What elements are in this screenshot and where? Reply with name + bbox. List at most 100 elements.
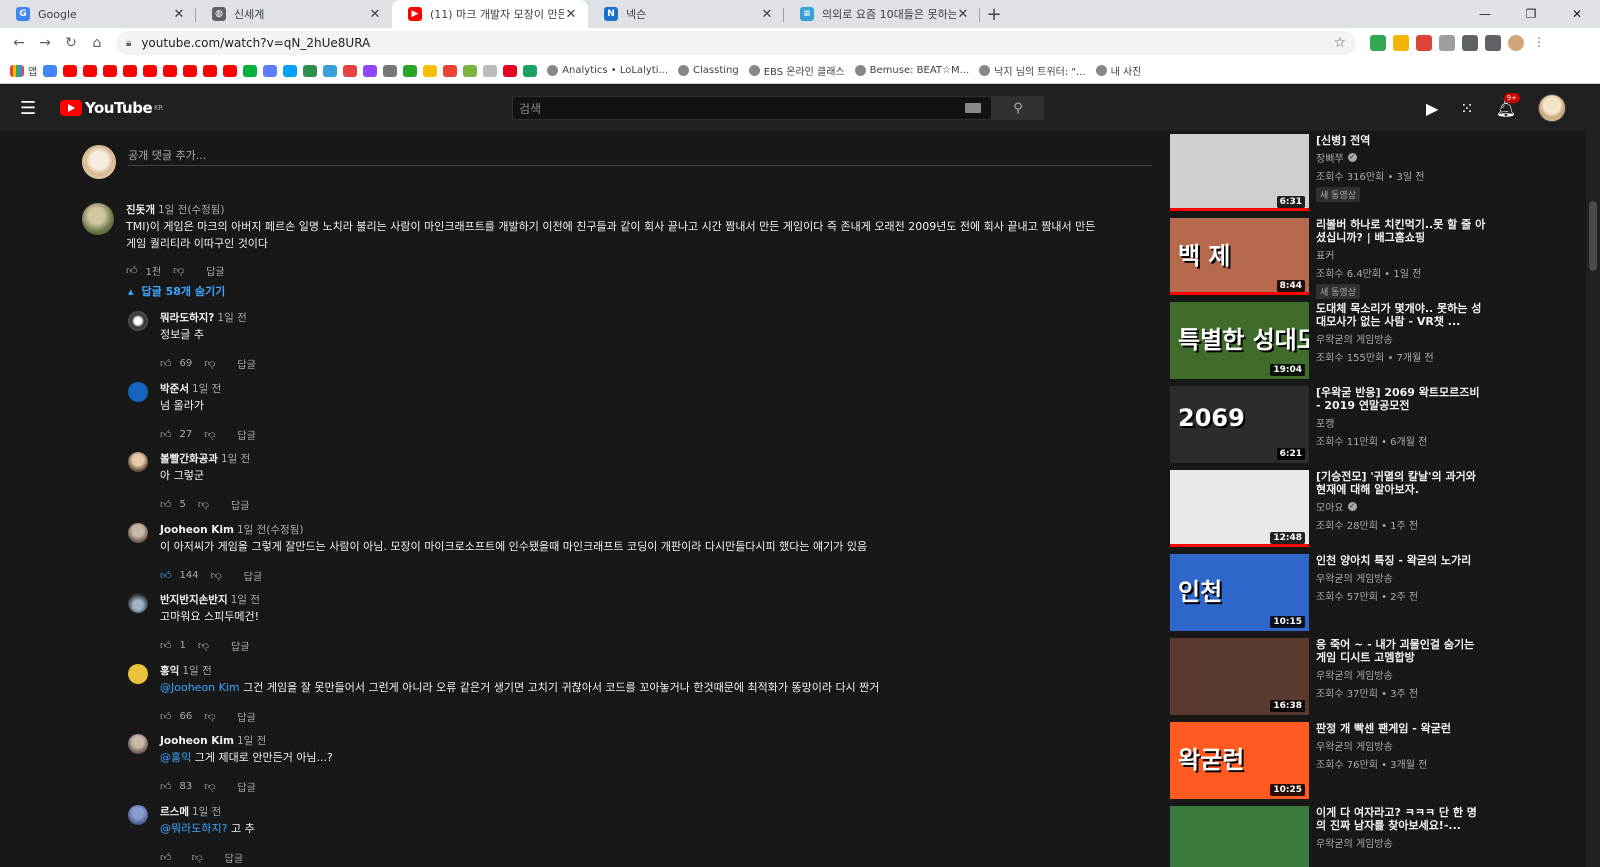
- video-title[interactable]: [우왁굳 반응] 2069 왁트모르즈비 - 2019 연말공모전: [1316, 386, 1486, 412]
- bookmark-icon[interactable]: [343, 64, 358, 77]
- comment-time[interactable]: 1일 전: [192, 383, 221, 395]
- comment-author[interactable]: 볼빨간화공과: [160, 453, 218, 465]
- video-thumbnail[interactable]: 인천 10:15: [1170, 554, 1309, 631]
- bookmark-icon[interactable]: [283, 64, 298, 77]
- scrollbar-thumb[interactable]: [1589, 201, 1597, 271]
- comment-mention[interactable]: @Jooheon Kim: [160, 681, 240, 694]
- video-title[interactable]: 이게 다 여자라고? ㅋㅋㅋ 단 한 명의 진짜 남자를 찾아보세요!-...: [1316, 806, 1486, 832]
- thumbs-up-icon[interactable]: 👍︎: [160, 710, 172, 723]
- recommended-video[interactable]: 특별한 성대모사 19:04 도대체 목소리가 몇개야.. 못하는 성대모사가 없는…: [1170, 302, 1590, 382]
- avatar[interactable]: [1538, 94, 1566, 122]
- reply-button[interactable]: 답글: [237, 427, 255, 442]
- bookmark-icon[interactable]: [423, 64, 438, 77]
- avatar[interactable]: [128, 452, 148, 472]
- recommended-video[interactable]: 12:48 [기승전모] '귀멸의 칼날'의 과거와 현재에 대해 알아보자. 모아…: [1170, 470, 1590, 550]
- bookmark-icon[interactable]: [403, 64, 418, 77]
- thumbs-down-icon[interactable]: 👎︎: [211, 569, 222, 582]
- avatar[interactable]: [128, 663, 148, 684]
- thumbs-up-icon[interactable]: 👍︎: [160, 498, 172, 511]
- avatar[interactable]: [128, 734, 148, 754]
- recommended-video[interactable]: 왁굳런 10:25 판정 개 빡센 팬게임 - 왁굳런 우왁굳의 게임방송 조회수 76…: [1170, 722, 1590, 802]
- apps-grid-icon[interactable]: ⁙: [1460, 99, 1473, 118]
- reply-button[interactable]: 답글: [231, 638, 249, 653]
- comment-author[interactable]: Jooheon Kim: [160, 524, 234, 536]
- browser-tab[interactable]: ◍ 신세계 ✕: [196, 0, 392, 28]
- extension-icon[interactable]: [1416, 35, 1432, 51]
- extension-icon[interactable]: [1439, 35, 1455, 51]
- comment-author[interactable]: Jooheon Kim: [160, 735, 234, 747]
- video-title[interactable]: [신병] 전역: [1316, 134, 1486, 147]
- page-scrollbar[interactable]: [1586, 131, 1600, 867]
- video-thumbnail[interactable]: 16:38: [1170, 638, 1309, 715]
- thumbs-up-icon[interactable]: 👍︎: [160, 357, 172, 370]
- bookmark-icon[interactable]: [483, 64, 498, 77]
- comment-time[interactable]: 1일 전: [182, 665, 211, 677]
- bookmark-star-icon[interactable]: ☆: [1333, 35, 1346, 51]
- video-thumbnail[interactable]: 특별한 성대모사 19:04: [1170, 302, 1309, 379]
- thumbs-up-icon[interactable]: 👍︎: [160, 851, 172, 864]
- reply-button[interactable]: 답글: [244, 568, 262, 583]
- video-thumbnail[interactable]: 6:31: [1170, 134, 1309, 211]
- reply-button[interactable]: 답글: [225, 850, 243, 865]
- bookmark-item[interactable]: 낙지 님의 트위터: "...: [979, 63, 1086, 78]
- reload-icon[interactable]: ↻: [58, 35, 84, 51]
- video-title[interactable]: 판정 개 빡센 팬게임 - 왁굳런: [1316, 722, 1486, 735]
- reply-button[interactable]: 답글: [237, 709, 255, 724]
- close-tab-icon[interactable]: ✕: [760, 7, 774, 22]
- puzzle-icon[interactable]: [1462, 35, 1478, 51]
- restore-icon[interactable]: ❐: [1508, 0, 1554, 28]
- kebab-menu-icon[interactable]: ⋮: [1531, 35, 1547, 51]
- recommended-video[interactable]: 인천 10:15 인천 양아치 특징 - 왁굳의 노가리 우왁굳의 게임방송 조회수 5…: [1170, 554, 1590, 634]
- bookmark-item[interactable]: Analytics • LoLalyti...: [547, 65, 668, 76]
- close-window-icon[interactable]: ✕: [1554, 0, 1600, 28]
- thumbs-down-icon[interactable]: 👎︎: [204, 428, 215, 441]
- video-thumbnail[interactable]: 2069 6:21: [1170, 386, 1309, 463]
- bookmark-icon[interactable]: [243, 64, 258, 77]
- comment-author[interactable]: 반지반지손반지: [160, 594, 228, 606]
- browser-tab[interactable]: ▶ (11) 마크 개발자 모장이 만든 m✕: [392, 0, 588, 28]
- close-tab-icon[interactable]: ✕: [956, 7, 970, 22]
- comment-author[interactable]: 르스메: [160, 806, 189, 818]
- thumbs-up-icon[interactable]: 👍︎: [126, 264, 138, 277]
- search-input[interactable]: 검색: [512, 96, 992, 120]
- browser-tab[interactable]: ≡ 의외로 요즘 10대들은 못하는거 ✕: [784, 0, 980, 28]
- close-tab-icon[interactable]: ✕: [172, 7, 186, 22]
- bookmark-icon[interactable]: [63, 64, 78, 77]
- create-video-icon[interactable]: ▶︎: [1426, 99, 1438, 118]
- video-thumbnail[interactable]: 왁굳런 10:25: [1170, 722, 1309, 799]
- browser-tab[interactable]: N 넥슨 ✕: [588, 0, 784, 28]
- thumbs-up-icon[interactable]: 👍︎: [160, 569, 172, 582]
- avatar[interactable]: [128, 522, 148, 543]
- minimize-icon[interactable]: —: [1462, 0, 1508, 28]
- avatar[interactable]: [128, 804, 148, 825]
- recommended-video[interactable]: 6:31 [신병] 전역 장삐쭈 ✓ 조회수 316만회 • 3일 전새 동영상: [1170, 134, 1590, 214]
- keyboard-icon[interactable]: [965, 103, 981, 113]
- bookmark-item[interactable]: Bemuse: BEAT☆M...: [854, 65, 969, 76]
- reply-button[interactable]: 답글: [231, 497, 249, 512]
- comment-time[interactable]: 1일 전: [221, 453, 250, 465]
- comment-mention[interactable]: @홍익: [160, 751, 191, 764]
- bookmark-item[interactable]: Classting: [678, 65, 739, 76]
- video-title[interactable]: 응 죽어 ~ - 내가 괴물인걸 숨기는 게임 디시트 고멤합방: [1316, 638, 1486, 664]
- thumbs-down-icon[interactable]: 👎︎: [173, 264, 184, 277]
- comment-time[interactable]: 1일 전(수정됨): [158, 204, 225, 216]
- video-title[interactable]: 인천 양아치 특징 - 왁굳의 노가리: [1316, 554, 1486, 567]
- bookmark-icon[interactable]: [463, 64, 478, 77]
- thumbs-up-icon[interactable]: 👍︎: [160, 780, 172, 793]
- recommended-video[interactable]: 백 제 8:44 리볼버 하나로 치킨먹기..못 할 줄 아셨십니까? | 배그홈쇼…: [1170, 218, 1590, 299]
- thumbs-down-icon[interactable]: 👎︎: [198, 639, 209, 652]
- bookmark-icon[interactable]: [323, 64, 338, 77]
- comment-time[interactable]: 1일 전(수정됨): [237, 524, 304, 536]
- home-icon[interactable]: ⌂: [84, 35, 110, 51]
- hamburger-menu-icon[interactable]: ☰: [20, 98, 40, 119]
- bookmark-icon[interactable]: [43, 64, 58, 77]
- notifications-bell-icon[interactable]: 🔔︎ 9+: [1496, 92, 1521, 118]
- bookmark-icon[interactable]: [163, 64, 178, 77]
- bookmark-icon[interactable]: [223, 64, 238, 77]
- bookmark-icon[interactable]: [383, 64, 398, 77]
- bookmark-icon[interactable]: [103, 64, 118, 77]
- hide-replies-button[interactable]: ▴ 답글 58개 숨기기: [128, 283, 225, 299]
- comment-author[interactable]: 박준서: [160, 383, 189, 395]
- thumbs-down-icon[interactable]: 👎︎: [204, 780, 215, 793]
- extension-icon[interactable]: [1370, 35, 1386, 51]
